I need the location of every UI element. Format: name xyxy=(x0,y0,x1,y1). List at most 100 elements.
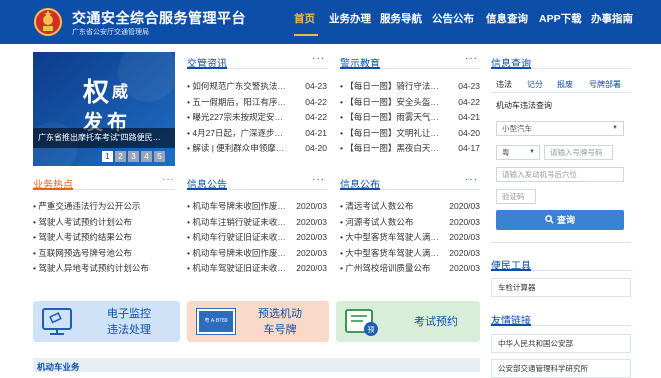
warning-edu-list: • 【每日一图】骑行守法… 04-23 • 【每日一图】安全头盔… 04-22 • … xyxy=(340,79,480,157)
section-divider-active xyxy=(491,269,531,271)
site-subtitle: 广东省公安厅交通管理局 xyxy=(72,29,149,36)
list-item[interactable]: • 驾驶人异地考试预约计划公布 xyxy=(33,261,175,277)
banner-char-1: 权 xyxy=(83,78,110,108)
list-item[interactable]: • 清远考试人数公布 2020/03 xyxy=(340,199,480,215)
tab-divider xyxy=(491,92,631,93)
list-item[interactable]: • 驾驶人考试预约结果公布 xyxy=(33,230,175,246)
info-notice-list: • 机动车号牌未收回作废… 2020/03 • 机动车注销行驶证未收… 2020/0… xyxy=(187,199,327,277)
section-divider-active xyxy=(33,188,73,190)
plate-card-label-1: 预选机动 xyxy=(258,308,302,320)
calendar-icon: 预 xyxy=(345,309,378,336)
exam-card-label: 考试预约 xyxy=(414,316,458,328)
list-item[interactable]: • 河源考试人数公布 2020/03 xyxy=(340,215,480,231)
tab-points[interactable]: 记分 xyxy=(527,79,543,90)
tab-violation[interactable]: 违法 xyxy=(496,79,512,90)
engine-number-input[interactable]: 请输入发动机号后六位 xyxy=(496,167,624,182)
banner-page-3[interactable]: 3 xyxy=(128,151,139,162)
list-item[interactable]: • 机动车号牌未收回作废… 2020/03 xyxy=(187,246,327,262)
more-info-publish[interactable]: ··· xyxy=(465,174,478,185)
info-publish-list: • 清远考试人数公布 2020/03 • 河源考试人数公布 2020/03 • 大中… xyxy=(340,199,480,277)
monitor-card-label-1: 电子监控 xyxy=(107,308,151,320)
plate-number-input[interactable]: 请输入号牌号码 xyxy=(544,145,613,160)
list-item[interactable]: • 严重交通违法行为公开公示 xyxy=(33,199,175,215)
news-banner[interactable]: 权 威 发 布 xyxy=(33,52,175,166)
vehicle-type-select[interactable]: 小型汽车 ▼ xyxy=(496,121,624,136)
nav-info-query[interactable]: 信息查询 xyxy=(486,0,528,44)
section-divider-active xyxy=(491,324,531,326)
svg-text:预: 预 xyxy=(368,325,375,334)
section-divider-active xyxy=(491,67,531,69)
query-button-label: 查询 xyxy=(556,215,575,225)
hot-topics-list: • 严重交通违法行为公开公示 • 驾驶人考试预约计划公布 • 驾驶人考试预约结果… xyxy=(33,199,175,277)
list-item[interactable]: • 机动车行驶证旧证未收… 2020/03 xyxy=(187,230,327,246)
search-icon xyxy=(545,215,554,224)
plate-card-label-2: 车号牌 xyxy=(263,324,297,336)
site-header: 交通安全综合服务管理平台 广东省公安厅交通管理局 首页 业务办理 服务导航 公告… xyxy=(0,0,661,44)
list-item[interactable]: • 【每日一图】黑夜白天… 04-17 xyxy=(340,141,480,157)
list-item[interactable]: • 如何规范广东交警执法… 04-23 xyxy=(187,79,327,95)
more-info-notice[interactable]: ··· xyxy=(312,174,325,185)
list-item[interactable]: • 驾驶人考试预约计划公布 xyxy=(33,215,175,231)
query-button[interactable]: 查询 xyxy=(496,210,624,230)
vehicle-type-value: 小型汽车 xyxy=(502,124,532,133)
list-item[interactable]: • 机动车号牌未收回作废… 2020/03 xyxy=(187,199,327,215)
list-item[interactable]: • 【每日一图】骑行守法… 04-23 xyxy=(340,79,480,95)
tool-vehicle-inspection-calculator[interactable]: 车检计算器 xyxy=(491,278,631,297)
chevron-down-icon: ▼ xyxy=(529,149,535,155)
tab-plate-deploy[interactable]: 号牌部署 xyxy=(589,79,621,90)
nav-active-indicator xyxy=(294,34,318,36)
banner-page-5[interactable]: 5 xyxy=(154,151,165,162)
monitor-card-label-2: 违法处理 xyxy=(107,324,151,336)
banner-background xyxy=(33,52,175,166)
section-divider-active xyxy=(187,67,227,69)
nav-business[interactable]: 业务办理 xyxy=(329,0,371,44)
list-item[interactable]: • 4月27日起，广深逐步… 04-21 xyxy=(187,126,327,142)
list-item[interactable]: • 【每日一图】安全头盔… 04-22 xyxy=(340,95,480,111)
list-item[interactable]: • 互联网预选号牌号池公布 xyxy=(33,246,175,262)
banner-char-2: 威 xyxy=(112,82,129,101)
banner-pager: 1 2 3 4 5 xyxy=(102,151,165,162)
site-title: 交通安全综合服务管理平台 xyxy=(72,10,246,26)
section-divider-active xyxy=(187,188,227,190)
section-divider-active xyxy=(340,188,380,190)
list-item[interactable]: • 【每日一图】文明礼让… 04-20 xyxy=(340,126,480,142)
more-traffic-news[interactable]: ··· xyxy=(312,53,325,64)
police-emblem-icon xyxy=(34,8,62,36)
banner-caption[interactable]: 广东省推出摩托车考试“四路便民… xyxy=(33,128,175,148)
list-item[interactable]: • 机动车注销行驶证未收… 2020/03 xyxy=(187,215,327,231)
link-traffic-research-institute[interactable]: 公安部交通管理科学研究所 xyxy=(491,359,631,378)
section-divider-active xyxy=(340,67,380,69)
traffic-news-list: • 如何规范广东交警执法… 04-23 • 五一假期后，阳江有序… 04-22 • … xyxy=(187,79,327,157)
list-item[interactable]: • 大中型客货车驾驶人满… 2020/03 xyxy=(340,230,480,246)
exam-booking-card[interactable]: 预 考试预约 xyxy=(336,301,480,342)
list-item[interactable]: • 曝光227宗未按规定安… 04-22 xyxy=(187,110,327,126)
license-plate-icon: 粤 A·B789 xyxy=(196,308,236,335)
electronic-monitor-card[interactable]: 电子监控 违法处理 xyxy=(33,301,180,342)
list-item[interactable]: • 解读 | 便利群众申领摩… 04-20 xyxy=(187,141,327,157)
link-ministry-public-security[interactable]: 中华人民共和国公安部 xyxy=(491,334,631,353)
list-item[interactable]: • 广州驾校培训质量公布 2020/03 xyxy=(340,261,480,277)
tab-scrap[interactable]: 报废 xyxy=(557,79,573,90)
list-item[interactable]: • 五一假期后，阳江有序… 04-22 xyxy=(187,95,327,111)
preselect-plate-card[interactable]: 粤 A·B789 预选机动 车号牌 xyxy=(187,301,329,342)
province-value: 粤 xyxy=(502,148,510,157)
panel-border xyxy=(491,242,631,243)
nav-announcements[interactable]: 公告公布 xyxy=(432,0,474,44)
more-warning-edu[interactable]: ··· xyxy=(465,53,478,64)
list-item[interactable]: • 【每日一图】雨雾天气… 04-21 xyxy=(340,110,480,126)
more-hot-topics[interactable]: ··· xyxy=(162,174,175,185)
banner-page-2[interactable]: 2 xyxy=(115,151,126,162)
nav-guide[interactable]: 办事指南 xyxy=(591,0,633,44)
banner-page-1[interactable]: 1 xyxy=(102,151,113,162)
list-item[interactable]: • 机动车驾驶证旧证未收… 2020/03 xyxy=(187,261,327,277)
captcha-input[interactable]: 验证码 xyxy=(496,189,536,204)
banner-page-4[interactable]: 4 xyxy=(141,151,152,162)
nav-app-download[interactable]: APP下载 xyxy=(539,0,582,44)
monitor-screen-icon xyxy=(42,308,72,335)
chevron-down-icon: ▼ xyxy=(612,125,618,131)
nav-home[interactable]: 首页 xyxy=(294,0,315,44)
list-item[interactable]: • 大中型客货车驾驶人满… 2020/03 xyxy=(340,246,480,262)
query-heading: 机动车违法查询 xyxy=(496,101,552,110)
nav-service-guide[interactable]: 服务导航 xyxy=(380,0,422,44)
province-select[interactable]: 粤 ▼ xyxy=(496,145,540,160)
